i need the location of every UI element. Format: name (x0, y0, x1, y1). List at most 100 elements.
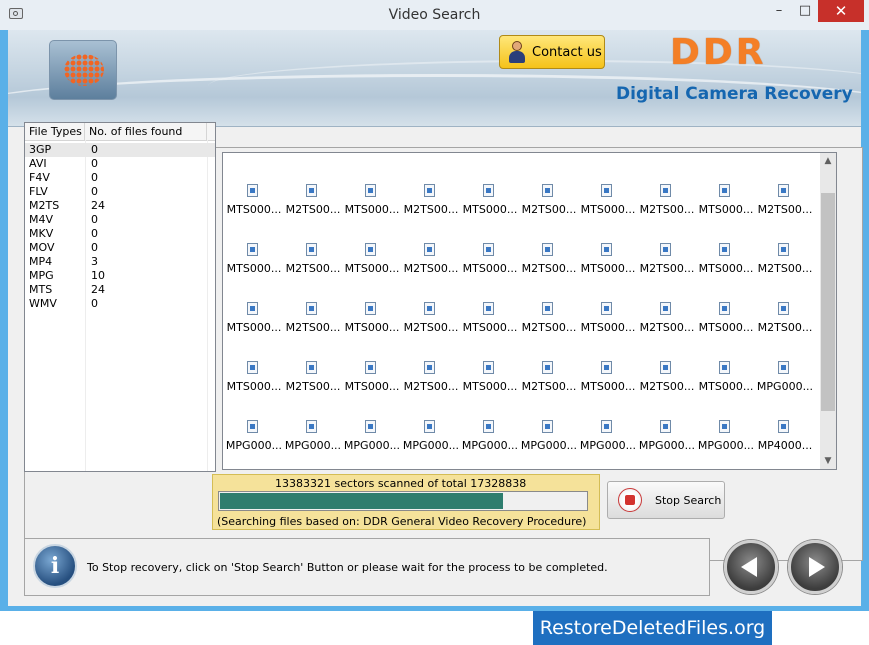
file-item[interactable]: MTS000... (343, 301, 401, 341)
next-button[interactable] (788, 540, 842, 594)
file-item[interactable]: MTS000... (579, 183, 637, 223)
file-name: MTS000... (698, 321, 754, 334)
file-item[interactable]: M2TS00... (520, 183, 578, 223)
file-type-cell: MKV (29, 227, 54, 240)
file-item[interactable]: M2TS00... (284, 360, 342, 400)
file-name: MPG000... (756, 380, 814, 393)
status-message: To Stop recovery, click on 'Stop Search'… (87, 561, 608, 574)
file-item[interactable]: MPG000... (225, 419, 283, 459)
video-file-icon (365, 302, 376, 315)
table-row[interactable]: 3GP 0 (25, 143, 215, 157)
table-row[interactable]: MKV 0 (25, 227, 215, 241)
table-row[interactable]: M2TS 24 (25, 199, 215, 213)
file-count-cell: 0 (91, 213, 98, 226)
table-row[interactable]: AVI 0 (25, 157, 215, 171)
file-item[interactable]: M2TS00... (520, 242, 578, 282)
file-types-table[interactable]: File Types No. of files found 3GP 0 AVI 0 F4… (24, 122, 216, 472)
column-header-file-types[interactable]: File Types (25, 123, 85, 140)
file-name: M2TS00... (757, 321, 813, 334)
video-file-icon (601, 302, 612, 315)
video-file-icon (306, 302, 317, 315)
table-row[interactable]: FLV 0 (25, 185, 215, 199)
video-file-icon (660, 420, 671, 433)
file-type-cell: MP4 (29, 255, 53, 268)
file-name: M2TS00... (639, 262, 695, 275)
table-row[interactable]: M4V 0 (25, 213, 215, 227)
video-file-icon (719, 361, 730, 374)
table-row[interactable]: MPG 10 (25, 269, 215, 283)
file-name: MTS000... (344, 203, 400, 216)
file-item[interactable]: MTS000... (579, 360, 637, 400)
file-item[interactable]: M2TS00... (402, 301, 460, 341)
scroll-up-icon[interactable]: ▲ (820, 153, 836, 169)
file-name: M2TS00... (639, 321, 695, 334)
file-item[interactable]: MPG000... (461, 419, 519, 459)
back-button[interactable] (724, 540, 778, 594)
table-row[interactable]: MTS 24 (25, 283, 215, 297)
file-item[interactable]: MTS000... (461, 301, 519, 341)
file-item[interactable]: MTS000... (225, 183, 283, 223)
file-name: MTS000... (580, 262, 636, 275)
file-item[interactable]: M2TS00... (638, 301, 696, 341)
file-item[interactable]: MTS000... (225, 301, 283, 341)
table-row[interactable]: F4V 0 (25, 171, 215, 185)
file-name: MTS000... (698, 262, 754, 275)
file-item[interactable]: MPG000... (284, 419, 342, 459)
file-item[interactable]: MPG000... (697, 419, 755, 459)
file-item[interactable]: M2TS00... (756, 183, 814, 223)
file-item[interactable]: MPG000... (579, 419, 637, 459)
file-item[interactable]: MTS000... (579, 301, 637, 341)
video-file-icon (778, 302, 789, 315)
found-files-grid[interactable]: MTS000... M2TS00... MTS000... M2TS00... MTS0… (222, 152, 837, 470)
file-item[interactable]: M2TS00... (520, 301, 578, 341)
file-item[interactable]: MTS000... (225, 242, 283, 282)
file-item[interactable]: MPG000... (520, 419, 578, 459)
file-item[interactable]: M2TS00... (284, 301, 342, 341)
minimize-button[interactable]: – (766, 0, 792, 22)
file-item[interactable]: MTS000... (343, 360, 401, 400)
video-file-icon (778, 361, 789, 374)
file-item[interactable]: MTS000... (697, 242, 755, 282)
file-item[interactable]: M2TS00... (402, 183, 460, 223)
file-item[interactable]: MTS000... (461, 360, 519, 400)
file-name: M2TS00... (521, 380, 577, 393)
file-item[interactable]: MPG000... (402, 419, 460, 459)
file-item[interactable]: M2TS00... (402, 360, 460, 400)
file-name: MTS000... (462, 262, 518, 275)
close-button[interactable]: ✕ (818, 0, 864, 22)
file-item[interactable]: M2TS00... (756, 301, 814, 341)
file-item[interactable]: MTS000... (343, 242, 401, 282)
table-row[interactable]: MOV 0 (25, 241, 215, 255)
scroll-down-icon[interactable]: ▼ (820, 453, 836, 469)
vertical-scrollbar[interactable]: ▲ ▼ (820, 153, 836, 469)
file-item[interactable]: M2TS00... (520, 360, 578, 400)
stop-search-button[interactable]: Stop Search (607, 481, 725, 519)
file-item[interactable]: M2TS00... (284, 183, 342, 223)
maximize-button[interactable]: □ (792, 0, 818, 22)
table-row[interactable]: MP4 3 (25, 255, 215, 269)
table-row[interactable]: WMV 0 (25, 297, 215, 311)
file-item[interactable]: MTS000... (343, 183, 401, 223)
file-item[interactable]: MTS000... (697, 301, 755, 341)
progress-bar (218, 491, 588, 511)
file-item[interactable]: MTS000... (579, 242, 637, 282)
file-item[interactable]: MPG000... (638, 419, 696, 459)
column-header-files-found[interactable]: No. of files found (85, 123, 207, 140)
file-item[interactable]: M2TS00... (284, 242, 342, 282)
file-item[interactable]: M2TS00... (402, 242, 460, 282)
file-item[interactable]: M2TS00... (638, 360, 696, 400)
file-item[interactable]: MTS000... (225, 360, 283, 400)
file-item[interactable]: MTS000... (461, 242, 519, 282)
file-name: MPG000... (638, 439, 696, 452)
contact-us-button[interactable]: Contact us (499, 35, 605, 69)
file-item[interactable]: MTS000... (461, 183, 519, 223)
file-item[interactable]: M2TS00... (756, 242, 814, 282)
scrollbar-thumb[interactable] (821, 193, 835, 411)
file-item[interactable]: M2TS00... (638, 183, 696, 223)
file-item[interactable]: MP4000... (756, 419, 814, 459)
file-item[interactable]: MTS000... (697, 360, 755, 400)
file-item[interactable]: MPG000... (343, 419, 401, 459)
file-item[interactable]: MTS000... (697, 183, 755, 223)
file-item[interactable]: M2TS00... (638, 242, 696, 282)
file-item[interactable]: MPG000... (756, 360, 814, 400)
